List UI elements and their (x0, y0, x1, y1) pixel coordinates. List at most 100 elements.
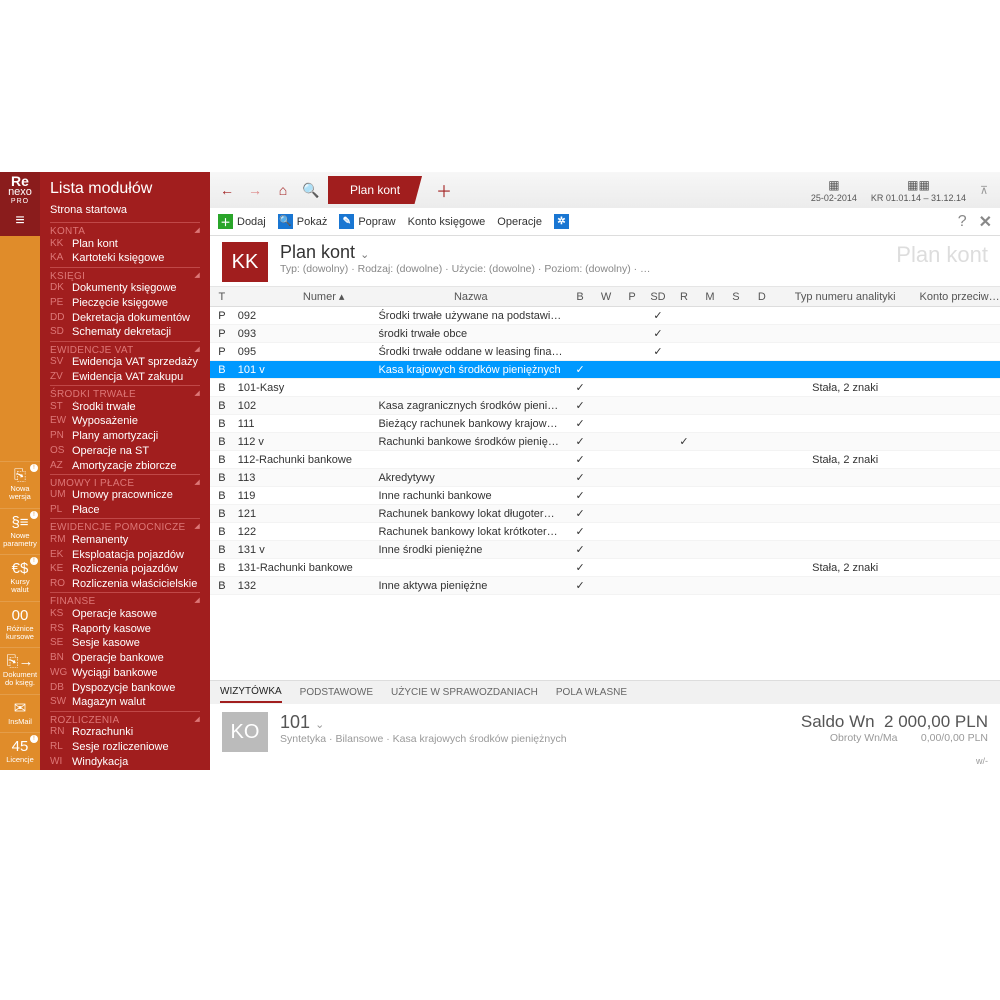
sidebar-item[interactable]: SDSchematy dekretacji (50, 326, 200, 341)
sidebar-item[interactable]: AZAmortyzacje zbiorcze (50, 459, 200, 474)
sidebar-item[interactable]: BNOperacje bankowe (50, 652, 200, 667)
sidebar-item[interactable]: DKDokumenty księgowe (50, 282, 200, 297)
alert-badge-icon: ! (30, 735, 38, 743)
col-s: S (723, 287, 749, 307)
sidebar-item[interactable]: ZVEwidencja VAT zakupu (50, 370, 200, 385)
rail-item[interactable]: §≡Nowe parametry! (0, 508, 40, 555)
add-tab-icon[interactable]: ＋ (428, 178, 460, 202)
alert-badge-icon: ! (30, 464, 38, 472)
sidebar-item[interactable]: DBDyspozycje bankowe (50, 681, 200, 696)
sidebar-item[interactable]: SWMagazyn walut (50, 696, 200, 711)
count-icon: 45 (12, 739, 29, 754)
add-button[interactable]: ＋Dodaj (218, 214, 266, 229)
col-r: R (671, 287, 697, 307)
table-row[interactable]: B131 vInne środki pieniężne✓ (210, 541, 1000, 559)
rail-item[interactable]: 00Różnice kursowe (0, 601, 40, 648)
sidebar-item[interactable]: UMUmowy pracownicze (50, 489, 200, 504)
sidebar-item[interactable]: RMRemanenty (50, 533, 200, 548)
table-row[interactable]: B119Inne rachunki bankowe✓ (210, 487, 1000, 505)
collapse-icon: ◢ (194, 226, 200, 237)
sidebar-home[interactable]: Strona startowa (40, 202, 210, 222)
table-wrap[interactable]: T Numer ▴ Nazwa B W P SD R M S D Typ num… (210, 286, 1000, 680)
period-display[interactable]: ▦▦ KR 01.01.14 – 31.12.14 (871, 178, 966, 203)
search-icon[interactable]: 🔍 (300, 179, 322, 201)
sidebar-item[interactable]: RORozliczenia właścicielskie (50, 578, 200, 593)
table-row[interactable]: B 101-Kasy✓Stała, 2 znaki (210, 379, 1000, 397)
menu-icon[interactable]: ≡ (0, 206, 40, 236)
col-w: W (593, 287, 619, 307)
tab-custom-fields[interactable]: POLA WŁASNE (556, 683, 627, 702)
table-row[interactable]: B 131-Rachunki bankowe✓Stała, 2 znaki (210, 559, 1000, 577)
operations-menu[interactable]: Operacje (497, 216, 542, 228)
sidebar-group-head[interactable]: KONTA◢ (50, 222, 200, 237)
sidebar-group-head[interactable]: EWIDENCJE POMOCNICZE◢ (50, 518, 200, 533)
view-title[interactable]: Plan kont ⌄ (280, 242, 651, 263)
sidebar-item[interactable]: DDDekretacja dokumentów (50, 311, 200, 326)
sidebar-item[interactable]: SESesje kasowe (50, 637, 200, 652)
sidebar-item[interactable]: PLPłace (50, 504, 200, 519)
table-row[interactable]: B122Rachunek bankowy lokat krótkoterm…✓ (210, 523, 1000, 541)
sidebar-item[interactable]: KAKartoteki księgowe (50, 252, 200, 267)
rail-item[interactable]: ✉InsMail (0, 694, 40, 732)
table-header-row[interactable]: T Numer ▴ Nazwa B W P SD R M S D Typ num… (210, 287, 1000, 307)
pin-icon[interactable]: ⊼ (980, 184, 994, 197)
date-display[interactable]: ▦ 25-02-2014 (811, 178, 857, 203)
rail-item[interactable]: ⎘Nowa wersja! (0, 461, 40, 508)
sidebar-group-head[interactable]: FINANSE◢ (50, 592, 200, 607)
sidebar-group-head[interactable]: ROZLICZENIA◢ (50, 711, 200, 726)
detail-subtitle: Syntetyka · Bilansowe · Kasa krajowych ś… (280, 733, 567, 745)
forward-icon[interactable]: → (244, 179, 266, 201)
rail-item-icon: ⎘ (14, 468, 26, 483)
table-row[interactable]: B111Bieżący rachunek bankowy krajowyc…✓ (210, 415, 1000, 433)
sidebar-item[interactable]: KKPlan kont (50, 237, 200, 252)
table-row[interactable]: P095Środki trwałe oddane w leasing finan… (210, 343, 1000, 361)
fix-button[interactable]: ✎Popraw (339, 214, 395, 229)
sidebar-item[interactable]: EKEksploatacja pojazdów (50, 548, 200, 563)
rail-item-icon: §≡ (11, 515, 28, 530)
sidebar-item[interactable]: KSOperacje kasowe (50, 607, 200, 622)
settings-button[interactable]: ✲ (554, 214, 569, 229)
table-row[interactable]: B 112-Rachunki bankowe✓Stała, 2 znaki (210, 451, 1000, 469)
sidebar-item[interactable]: RLSesje rozliczeniowe (50, 740, 200, 755)
rail-item[interactable]: €$Kursy walut! (0, 554, 40, 601)
table-row[interactable]: B102Kasa zagranicznych środków pienięż…✓ (210, 397, 1000, 415)
table-row[interactable]: B113Akredytywy✓ (210, 469, 1000, 487)
sidebar-item[interactable]: KERozliczenia pojazdów (50, 563, 200, 578)
sidebar-item[interactable]: WGWyciągi bankowe (50, 666, 200, 681)
sidebar-group-head[interactable]: EWIDENCJE VAT◢ (50, 341, 200, 356)
sidebar-item[interactable]: OSOperacje na ST (50, 444, 200, 459)
table-row[interactable]: B121Rachunek bankowy lokat długotermi…✓ (210, 505, 1000, 523)
sidebar-item[interactable]: STŚrodki trwałe (50, 400, 200, 415)
sidebar-item[interactable]: PNPlany amortyzacji (50, 430, 200, 445)
close-icon[interactable]: ✕ (979, 212, 992, 232)
home-icon[interactable]: ⌂ (272, 179, 294, 201)
detail-title[interactable]: 101 ⌄ (280, 712, 567, 733)
help-icon[interactable]: ? (958, 213, 967, 231)
tab-card[interactable]: WIZYTÓWKA (220, 682, 282, 703)
sidebar-item[interactable]: SVEwidencja VAT sprzedaży (50, 356, 200, 371)
sidebar-item[interactable]: RNRozrachunki (50, 726, 200, 741)
table-row[interactable]: B112 vRachunki bankowe środków pieniężn…… (210, 433, 1000, 451)
table-row[interactable]: B132Inne aktywa pieniężne✓ (210, 577, 1000, 595)
plus-icon: ＋ (218, 214, 233, 229)
col-name: Nazwa (374, 287, 567, 307)
filter-summary[interactable]: Typ: (dowolny) · Rodzaj: (dowolne) · Uży… (280, 263, 651, 275)
tab-reports[interactable]: UŻYCIE W SPRAWOZDANIACH (391, 683, 538, 702)
tab-basic[interactable]: PODSTAWOWE (300, 683, 373, 702)
rail-item[interactable]: ⎘→Dokument do księg. (0, 647, 40, 694)
table-row[interactable]: P093środki trwałe obce✓ (210, 325, 1000, 343)
back-icon[interactable]: ← (216, 179, 238, 201)
account-menu[interactable]: Konto księgowe (408, 216, 486, 228)
sidebar-group-head[interactable]: KSIĘGI◢ (50, 267, 200, 282)
sidebar-item[interactable]: PEPieczęcie księgowe (50, 296, 200, 311)
sidebar-group-head[interactable]: ŚRODKI TRWAŁE◢ (50, 385, 200, 400)
table-row[interactable]: B101 vKasa krajowych środków pieniężnych… (210, 361, 1000, 379)
table-row[interactable]: P092Środki trwałe używane na podstawie…✓ (210, 307, 1000, 325)
rail-licenses[interactable]: 45 Licencje ! (0, 732, 40, 770)
sidebar-group-head[interactable]: UMOWY I PŁACE◢ (50, 474, 200, 489)
sidebar-item[interactable]: RSRaporty kasowe (50, 622, 200, 637)
show-button[interactable]: 🔍Pokaż (278, 214, 328, 229)
sidebar-item[interactable]: EWWyposażenie (50, 415, 200, 430)
active-tab[interactable]: Plan kont (328, 176, 422, 204)
sidebar-item[interactable]: WIWindykacja (50, 755, 200, 770)
